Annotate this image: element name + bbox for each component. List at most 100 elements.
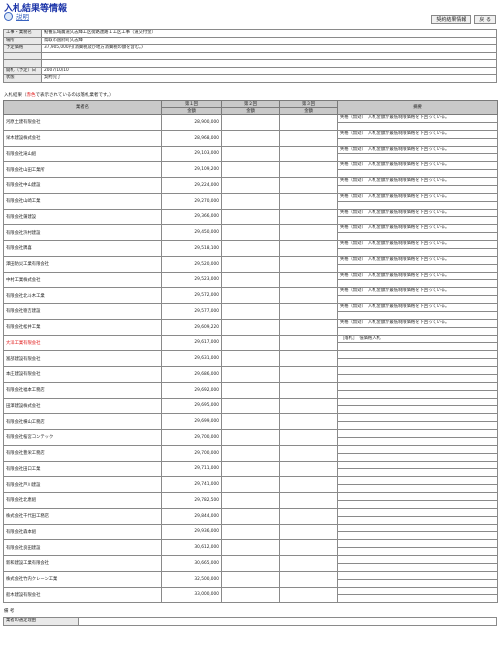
- bid-amount-round-3: [279, 523, 338, 541]
- bidder-row: 有限会社北斗木工業 29,572,000 失格（無効） 入札金額が最低制限価格を下回…: [3, 287, 498, 304]
- bid-amount-round-3: [279, 570, 338, 588]
- info-row: 工事・業務名 鮎養広域農道久志輝工区街路連路１工区工事（道交付金）: [3, 29, 497, 38]
- bidder-row: 有限会社北恵組 29,782,500: [3, 492, 498, 509]
- bidder-row: 有限会社芦川建設 29,741,000: [3, 476, 498, 493]
- bid-amount-round-3: [279, 397, 338, 415]
- bid-remark-extra: [337, 295, 498, 304]
- bidder-name: 栄木建設株式会社: [3, 129, 162, 147]
- bidder-row: 河原土建有限会社 28,900,000 失格（無効） 入札金額が最低制限価格を下回っ…: [3, 114, 498, 131]
- bid-amount-round-1: 29,741,000: [161, 476, 222, 493]
- help-link[interactable]: 説明: [16, 11, 29, 21]
- bid-amount-round-1: 29,109,200: [161, 161, 222, 178]
- bid-amount-round-2: [221, 555, 280, 572]
- bid-amount-round-3: [279, 303, 338, 320]
- bid-amount-round-3: [279, 350, 338, 367]
- bidder-row: 有限会社蒲建設 29,366,000 失格（無効） 入札金額が最低制限価格を下回って…: [3, 208, 498, 226]
- bid-remark: 失格（無効） 入札金額が最低制限価格を下回っている。: [337, 318, 498, 328]
- bidder-name: 有限会社滝山組: [3, 145, 162, 163]
- bid-amount-round-2: [221, 460, 280, 478]
- bid-amount-round-3: [279, 413, 338, 430]
- bid-remark-extra: [337, 578, 498, 588]
- bid-amount-round-3: [279, 555, 338, 572]
- bid-amount-round-2: [221, 114, 280, 131]
- bid-remark: 失格（無効） 入札金額が最低制限価格を下回っている。: [337, 208, 498, 218]
- bid-remark-extra: [337, 421, 498, 430]
- bid-remark-extra: [337, 389, 498, 399]
- bid-remark: 失格（無効） 入札金額が最低制限価格を下回っている。: [337, 271, 498, 281]
- bid-remark-extra: [337, 594, 498, 604]
- bidder-name: 新和建設工業有限会社: [3, 555, 162, 572]
- bid-amount-round-3: [279, 161, 338, 178]
- bidder-name: 有限会社豊栄工務店: [3, 444, 162, 462]
- bid-amount-round-3: [279, 507, 338, 525]
- bidder-name: 有限会社福本工務店: [3, 381, 162, 399]
- bid-amount-round-3: [279, 318, 338, 336]
- bid-amount-round-2: [221, 161, 280, 178]
- bidder-row: 有限会社福本工務店 29,692,000: [3, 381, 498, 399]
- bid-remark: [337, 555, 498, 564]
- bid-amount-round-1: 33,000,000: [161, 586, 222, 604]
- bidder-name: 有限会社北斗木工業: [3, 287, 162, 304]
- bid-remark-extra: [337, 216, 498, 226]
- bid-remark: 失格（無効） 入札金額が最低制限価格を下回っている。: [337, 114, 498, 123]
- bidder-name: 有限会社桜宮コンテック: [3, 429, 162, 446]
- bidder-row: 有限会社山崎工業 29,270,000 失格（無効） 入札金額が最低制限価格を下回っ…: [3, 192, 498, 210]
- bid-amount-round-3: [279, 114, 338, 131]
- header-amount-1: 金額: [161, 107, 222, 115]
- bid-remark: [337, 476, 498, 486]
- bidder-name: 河原土建有限会社: [3, 114, 162, 131]
- bid-remark-extra: [337, 452, 498, 462]
- bidder-row: 田澤建設株式会社 29,695,000: [3, 397, 498, 415]
- bid-remark-extra: [337, 310, 498, 320]
- bid-amount-round-3: [279, 240, 338, 257]
- bidder-name: 有限会社徳吉建設: [3, 303, 162, 320]
- bid-remark: [337, 381, 498, 391]
- bid-remark-extra: [337, 515, 498, 525]
- bid-amount-round-2: [221, 523, 280, 541]
- header-round-1: 第１回: [161, 100, 222, 108]
- bidder-name: 中村工業株式会社: [3, 271, 162, 289]
- selection-reason-value: [78, 617, 497, 626]
- bid-amount-round-2: [221, 366, 280, 383]
- info-value: 鳥取市国府町久志輝: [41, 36, 497, 45]
- bid-remark-extra: [337, 436, 498, 446]
- info-label: [3, 51, 42, 60]
- help-icon[interactable]: [4, 11, 13, 21]
- bid-amount-round-2: [221, 413, 280, 430]
- back-button[interactable]: 戻 る: [474, 15, 496, 24]
- bid-remark: 失格（無効） 入札金額が最低制限価格を下回っている。: [337, 177, 498, 186]
- header-amount-2: 金額: [221, 107, 280, 115]
- bid-amount-round-1: 28,900,000: [161, 114, 222, 131]
- bidder-name: 澤田防災工業有限会社: [3, 255, 162, 273]
- bid-amount-round-3: [279, 224, 338, 241]
- info-label: [3, 59, 42, 68]
- bid-remark-extra: [337, 373, 498, 383]
- bid-remark: 失格（無効） 入札金額が最低制限価格を下回っている。: [337, 161, 498, 171]
- bidder-row: 有限会社田口工業 29,711,000: [3, 460, 498, 478]
- bid-results-table: 業者名 第１回 第２回 第３回 摘要 金額 金額 金額 河原土建有限会社 28,9…: [3, 100, 498, 604]
- info-value: 契約完了: [41, 74, 497, 83]
- bid-amount-round-3: [279, 366, 338, 383]
- info-label: 工事・業務名: [3, 29, 42, 38]
- contract-result-button[interactable]: 契約結果情報: [431, 15, 472, 24]
- bidder-row: 澤田防災工業有限会社 29,520,000 失格（無効） 入札金額が最低制限価格を下…: [3, 255, 498, 273]
- bid-amount-round-2: [221, 507, 280, 525]
- bidder-name: 本庄建設有限会社: [3, 366, 162, 383]
- selection-reason-table: 業者の選定理由: [3, 617, 497, 626]
- bid-amount-round-1: 29,520,000: [161, 255, 222, 273]
- bid-amount-round-1: 29,518,100: [161, 240, 222, 257]
- bid-amount-round-3: [279, 145, 338, 163]
- bid-amount-round-2: [221, 586, 280, 604]
- bid-remark: 失格（無効） 入札金額が最低制限価格を下回っている。: [337, 303, 498, 312]
- bid-remark: ［落札］ 低価格入札: [337, 334, 498, 344]
- bid-remark: [337, 507, 498, 517]
- bid-remark: [337, 460, 498, 470]
- bid-amount-round-2: [221, 334, 280, 352]
- bid-remark-extra: [337, 279, 498, 289]
- note-prefix: 入札結果（: [4, 93, 27, 98]
- bid-remark: [337, 492, 498, 501]
- help-row: 説明: [4, 11, 29, 21]
- bid-remark-extra: [337, 232, 498, 241]
- bid-amount-round-1: 29,692,000: [161, 381, 222, 399]
- bidder-row: 有限会社山田工業所 29,109,200 失格（無効） 入札金額が最低制限価格を下回…: [3, 161, 498, 178]
